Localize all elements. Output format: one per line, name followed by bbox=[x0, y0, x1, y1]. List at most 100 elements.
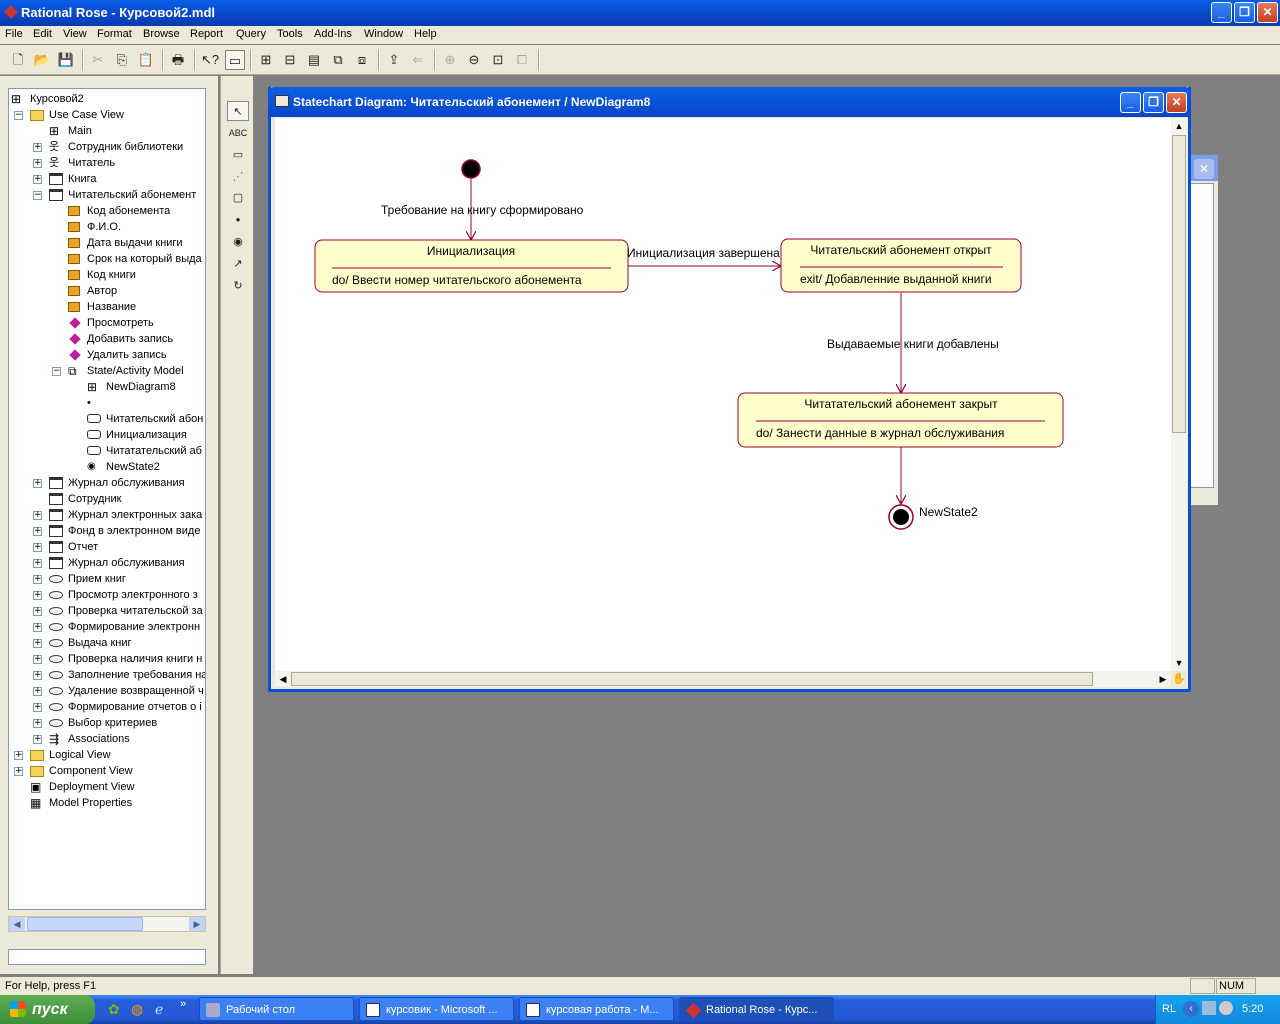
expand-icon[interactable]: + bbox=[33, 655, 42, 664]
scroll-up-icon[interactable]: ▲ bbox=[1171, 118, 1187, 134]
start-button[interactable]: пуск bbox=[0, 995, 95, 1024]
minimize-button[interactable]: _ bbox=[1211, 2, 1232, 23]
expand-icon[interactable]: + bbox=[33, 479, 42, 488]
vscroll-thumb[interactable] bbox=[1172, 135, 1186, 433]
tree-item[interactable]: + Выбор критериев bbox=[9, 715, 205, 731]
browse-previous-icon[interactable]: ⇐ bbox=[408, 50, 428, 70]
documentation-box[interactable] bbox=[8, 949, 206, 965]
tree-item[interactable]: ▣ Deployment View bbox=[9, 779, 205, 795]
tree-item[interactable]: + Журнал электронных зака bbox=[9, 507, 205, 523]
transition-tool-icon[interactable]: ↗ bbox=[227, 254, 249, 274]
collapse-icon[interactable]: − bbox=[52, 367, 61, 376]
zoom-out-icon[interactable]: ⊖ bbox=[464, 50, 484, 70]
menu-edit[interactable]: Edit bbox=[33, 28, 52, 40]
scroll-down-icon[interactable]: ▼ bbox=[1171, 655, 1187, 671]
maximize-button[interactable]: ❐ bbox=[1234, 2, 1255, 23]
tree-item[interactable]: + ⇶ Associations bbox=[9, 731, 205, 747]
menu-help[interactable]: Help bbox=[414, 28, 437, 40]
taskbar-button-word1[interactable]: курсовик - Microsoft ... bbox=[359, 997, 514, 1021]
tree-item[interactable]: + Просмотр электронного з bbox=[9, 587, 205, 603]
tree-item[interactable]: + Журнал обслуживания bbox=[9, 475, 205, 491]
background-window-close-icon[interactable]: ✕ bbox=[1194, 159, 1214, 179]
diagram-maximize-button[interactable]: ❐ bbox=[1143, 92, 1164, 113]
diagram-horizontal-scrollbar[interactable]: ◀ ▶ bbox=[275, 671, 1171, 687]
expand-icon[interactable]: + bbox=[33, 559, 42, 568]
end-state-tool-icon[interactable]: ◉ bbox=[227, 232, 249, 252]
quicklaunch-expand-icon[interactable]: » bbox=[180, 998, 186, 1010]
menu-tools[interactable]: Tools bbox=[277, 28, 303, 40]
tree-item[interactable]: Удалить запись bbox=[9, 347, 205, 363]
tree-item[interactable]: + Отчет bbox=[9, 539, 205, 555]
save-icon[interactable]: 💾 bbox=[56, 50, 76, 70]
fit-in-window-icon[interactable]: ⊡ bbox=[488, 50, 508, 70]
expand-icon[interactable]: + bbox=[14, 751, 23, 760]
anchor-note-tool-icon[interactable]: ⋰ bbox=[227, 167, 249, 187]
tree-item[interactable]: Код абонемента bbox=[9, 203, 205, 219]
tree-item[interactable]: Сотрудник bbox=[9, 491, 205, 507]
view-documentation-icon[interactable]: ▭ bbox=[225, 50, 245, 70]
background-window[interactable]: ✕ bbox=[1190, 155, 1218, 505]
copy-icon[interactable]: ⎘ bbox=[112, 50, 132, 70]
close-button[interactable]: ✕ bbox=[1257, 2, 1278, 23]
print-icon[interactable]: 🖶 bbox=[168, 50, 188, 70]
note-tool-icon[interactable]: ▭ bbox=[227, 145, 249, 165]
tree-item[interactable]: Название bbox=[9, 299, 205, 315]
browse-state-diagram-icon[interactable]: ⧉ bbox=[328, 50, 348, 70]
tree-item[interactable]: + Проверка наличия книги н bbox=[9, 651, 205, 667]
menu-format[interactable]: Format bbox=[97, 28, 132, 40]
state-initialization[interactable]: Инициализация do/ Ввести номер читательс… bbox=[314, 239, 629, 293]
tree-item[interactable]: − Читательский абонемент bbox=[9, 187, 205, 203]
tree-item[interactable]: + Проверка читательской за bbox=[9, 603, 205, 619]
tree-item[interactable]: Ф.И.О. bbox=[9, 219, 205, 235]
network-icon[interactable] bbox=[1202, 1001, 1216, 1015]
paste-icon[interactable]: 📋 bbox=[136, 50, 156, 70]
tree-item[interactable]: + Logical View bbox=[9, 747, 205, 763]
tree-item[interactable]: + Выдача книг bbox=[9, 635, 205, 651]
ie-icon[interactable]: ℯ bbox=[155, 1001, 171, 1017]
browse-parent-icon[interactable]: ⇪ bbox=[384, 50, 404, 70]
menu-query[interactable]: Query bbox=[236, 28, 266, 40]
tree-item[interactable]: + Формирование электронн bbox=[9, 619, 205, 635]
tree-item[interactable]: Срок на который выда bbox=[9, 251, 205, 267]
menu-report[interactable]: Report bbox=[190, 28, 223, 40]
initial-state[interactable] bbox=[461, 159, 481, 179]
tree-item[interactable]: Читатательский аб bbox=[9, 443, 205, 459]
firefox-icon[interactable]: ◍ bbox=[131, 1001, 147, 1017]
scroll-left-icon[interactable]: ◀ bbox=[9, 917, 25, 931]
tree-item[interactable]: ⊞ Main bbox=[9, 123, 205, 139]
browse-deployment-diagram-icon[interactable]: ⧈ bbox=[352, 50, 372, 70]
tree-item[interactable]: + 웃 Сотрудник библиотеки bbox=[9, 139, 205, 155]
expand-icon[interactable]: + bbox=[33, 175, 42, 184]
diagram-close-button[interactable]: ✕ bbox=[1166, 92, 1187, 113]
menu-browse[interactable]: Browse bbox=[143, 28, 180, 40]
state-tool-icon[interactable]: ▢ bbox=[227, 188, 249, 208]
expand-icon[interactable]: + bbox=[33, 623, 42, 632]
tree-item[interactable]: + Заполнение требования на bbox=[9, 667, 205, 683]
expand-icon[interactable]: + bbox=[33, 543, 42, 552]
scroll-right-icon[interactable]: ▶ bbox=[1155, 671, 1171, 687]
tree-item[interactable]: + Фонд в электронном виде bbox=[9, 523, 205, 539]
quicklaunch-icon[interactable]: ✿ bbox=[108, 1001, 124, 1017]
tree-item[interactable]: Автор bbox=[9, 283, 205, 299]
tree-item[interactable]: + 웃 Читатель bbox=[9, 155, 205, 171]
tree-item[interactable]: + Прием книг bbox=[9, 571, 205, 587]
expand-icon[interactable]: + bbox=[33, 703, 42, 712]
tree-item[interactable]: − Use Case View bbox=[9, 107, 205, 123]
taskbar-button-rational-rose[interactable]: Rational Rose - Курс... bbox=[679, 997, 834, 1021]
expand-icon[interactable]: + bbox=[33, 607, 42, 616]
self-transition-tool-icon[interactable]: ↻ bbox=[227, 276, 249, 296]
collapse-icon[interactable]: − bbox=[33, 191, 42, 200]
tree-item[interactable]: ⊞ Курсовой2 bbox=[9, 91, 205, 107]
diagram-vertical-scrollbar[interactable]: ▲ ▼ bbox=[1171, 118, 1187, 671]
expand-icon[interactable]: + bbox=[33, 735, 42, 744]
tree-item[interactable]: Инициализация bbox=[9, 427, 205, 443]
tree-item[interactable]: + Формирование отчетов о і bbox=[9, 699, 205, 715]
hscroll-thumb[interactable] bbox=[291, 672, 1093, 686]
language-indicator[interactable]: RL bbox=[1162, 1003, 1176, 1015]
tree-item[interactable]: Дата выдачи книги bbox=[9, 235, 205, 251]
collapse-icon[interactable]: − bbox=[14, 111, 23, 120]
menu-view[interactable]: View bbox=[63, 28, 87, 40]
browse-component-diagram-icon[interactable]: ▤ bbox=[304, 50, 324, 70]
browse-class-diagram-icon[interactable]: ⊞ bbox=[256, 50, 276, 70]
text-tool-icon[interactable]: ABC bbox=[227, 123, 249, 143]
